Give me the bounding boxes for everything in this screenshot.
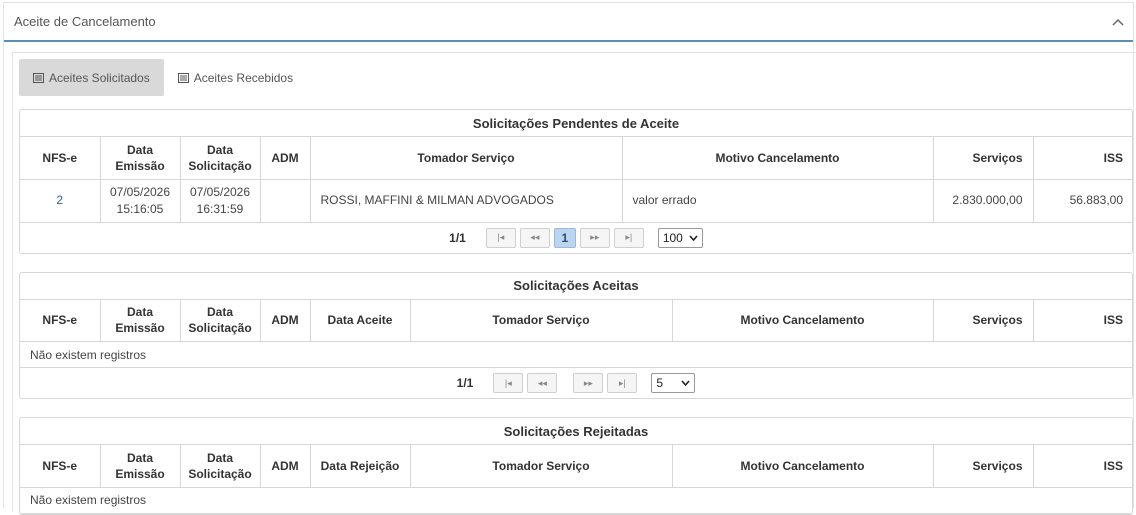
col-nfse[interactable]: NFS-e	[20, 445, 101, 488]
page-size-value: 100	[662, 230, 683, 245]
first-page-icon: |◂	[504, 377, 512, 388]
next-page-button[interactable]: ▸▸	[579, 227, 610, 248]
cell-motivo: valor errado	[622, 179, 934, 223]
prev-page-button[interactable]: ◂◂	[527, 373, 558, 393]
next-page-icon: ▸▸	[590, 232, 600, 242]
tab-aceites-solicitados[interactable]: Aceites Solicitados	[19, 59, 164, 96]
col-tomador[interactable]: Tomador Serviço	[410, 445, 673, 488]
accepted-requests-block: Solicitações Aceitas NFS-e Data Emissão …	[19, 271, 1133, 399]
pagination: 1/1 |◂ ◂◂ ▸▸ ▸| 5	[20, 368, 1132, 398]
collapse-button[interactable]	[1109, 13, 1127, 31]
tab-label: Aceites Solicitados	[49, 70, 150, 85]
time: 16:31:59	[196, 201, 244, 216]
cancel-acceptance-panel: Aceite de Cancelamento Aceites Solicitad…	[3, 2, 1136, 515]
next-page-button[interactable]: ▸▸	[573, 373, 604, 393]
accepted-requests-table: NFS-e Data Emissão Data Solicitação ADM …	[20, 299, 1133, 342]
page-size-select[interactable]: 5	[651, 373, 696, 393]
prev-page-icon: ◂◂	[530, 232, 540, 242]
chevron-up-icon	[1112, 18, 1124, 26]
pagination: 1/1 |◂ ◂◂ 1 ▸▸ ▸| 100	[20, 223, 1132, 253]
block-title: Solicitações Rejeitadas	[20, 418, 1132, 445]
panel-title: Aceite de Cancelamento	[14, 14, 156, 29]
col-data-aceite[interactable]: Data Aceite	[310, 299, 411, 342]
nfse-link[interactable]: 2	[20, 179, 101, 223]
tab-bar: Aceites Solicitados Aceites Recebidos	[19, 59, 1136, 96]
panel-body: Aceites Solicitados Aceites Recebidos So…	[12, 52, 1136, 515]
col-servicos[interactable]: Serviços	[933, 299, 1034, 342]
col-iss[interactable]: ISS	[1033, 137, 1133, 180]
col-motivo[interactable]: Motivo Cancelamento	[622, 137, 934, 180]
col-nfse[interactable]: NFS-e	[20, 299, 101, 342]
col-servicos[interactable]: Serviços	[933, 445, 1034, 488]
pending-requests-block: Solicitações Pendentes de Aceite NFS-e D…	[19, 109, 1133, 254]
col-data-solicitacao[interactable]: Data Solicitação	[180, 445, 261, 488]
col-iss[interactable]: ISS	[1033, 299, 1133, 342]
col-nfse[interactable]: NFS-e	[20, 137, 101, 180]
page-size-value: 5	[656, 376, 664, 390]
tab-aceites-recebidos[interactable]: Aceites Recebidos	[164, 59, 307, 96]
page-button-current[interactable]: 1	[553, 227, 576, 248]
last-page-icon: ▸|	[618, 377, 626, 388]
last-page-button[interactable]: ▸|	[613, 227, 644, 248]
page-info: 1/1	[456, 376, 474, 390]
panel-header: Aceite de Cancelamento	[4, 3, 1133, 42]
prev-page-icon: ◂◂	[537, 377, 547, 388]
table-row[interactable]: 2 07/05/2026 15:16:05 07/05/2026 16:31:59 …	[20, 179, 1133, 223]
col-adm[interactable]: ADM	[260, 445, 311, 488]
time: 15:16:05	[116, 201, 164, 216]
first-page-icon: |◂	[497, 232, 505, 242]
first-page-button[interactable]: |◂	[493, 373, 524, 393]
rejected-requests-block: Solicitações Rejeitadas NFS-e Data Emiss…	[19, 417, 1133, 515]
col-data-rejeicao[interactable]: Data Rejeição	[310, 445, 411, 488]
col-tomador[interactable]: Tomador Serviço	[310, 137, 623, 180]
table-header-row: NFS-e Data Emissão Data Solicitação ADM …	[20, 299, 1133, 342]
col-data-solicitacao[interactable]: Data Solicitação	[180, 137, 261, 180]
col-data-solicitacao[interactable]: Data Solicitação	[180, 299, 261, 342]
col-tomador[interactable]: Tomador Serviço	[410, 299, 673, 342]
empty-message: Não existem registros	[20, 342, 1132, 368]
cell-adm	[260, 179, 311, 223]
list-icon	[177, 72, 189, 83]
page-info: 1/1	[449, 230, 466, 245]
chevron-down-icon	[689, 234, 698, 241]
date: 07/05/2026	[189, 184, 251, 199]
tab-label: Aceites Recebidos	[193, 70, 294, 85]
col-adm[interactable]: ADM	[260, 137, 311, 180]
page-size-select[interactable]: 100	[657, 227, 703, 248]
col-adm[interactable]: ADM	[260, 299, 311, 342]
cell-data-emissao: 07/05/2026 15:16:05	[100, 179, 181, 223]
col-data-emissao[interactable]: Data Emissão	[100, 445, 181, 488]
cell-iss: 56.883,00	[1033, 179, 1133, 223]
table-header-row: NFS-e Data Emissão Data Solicitação ADM …	[20, 137, 1133, 180]
pending-requests-table: NFS-e Data Emissão Data Solicitação ADM …	[20, 137, 1133, 223]
list-icon	[33, 72, 44, 83]
block-title: Solicitações Aceitas	[20, 273, 1132, 300]
col-motivo[interactable]: Motivo Cancelamento	[672, 299, 934, 342]
col-data-emissao[interactable]: Data Emissão	[100, 137, 181, 180]
cell-servicos: 2.830.000,00	[933, 179, 1034, 223]
last-page-icon: ▸|	[625, 232, 633, 242]
last-page-button[interactable]: ▸|	[607, 373, 638, 393]
chevron-down-icon	[681, 380, 690, 386]
col-iss[interactable]: ISS	[1033, 445, 1133, 488]
cell-tomador: ROSSI, MAFFINI & MILMAN ADVOGADOS	[310, 179, 623, 223]
table-header-row: NFS-e Data Emissão Data Solicitação ADM …	[20, 445, 1133, 488]
rejected-requests-table: NFS-e Data Emissão Data Solicitação ADM …	[20, 445, 1133, 488]
first-page-button[interactable]: |◂	[485, 227, 516, 248]
block-title: Solicitações Pendentes de Aceite	[20, 110, 1132, 137]
next-page-icon: ▸▸	[583, 377, 593, 388]
date: 07/05/2026	[109, 184, 171, 199]
col-data-emissao[interactable]: Data Emissão	[100, 299, 181, 342]
prev-page-button[interactable]: ◂◂	[519, 227, 550, 248]
col-servicos[interactable]: Serviços	[933, 137, 1034, 180]
col-motivo[interactable]: Motivo Cancelamento	[672, 445, 934, 488]
cell-data-solicitacao: 07/05/2026 16:31:59	[180, 179, 261, 223]
